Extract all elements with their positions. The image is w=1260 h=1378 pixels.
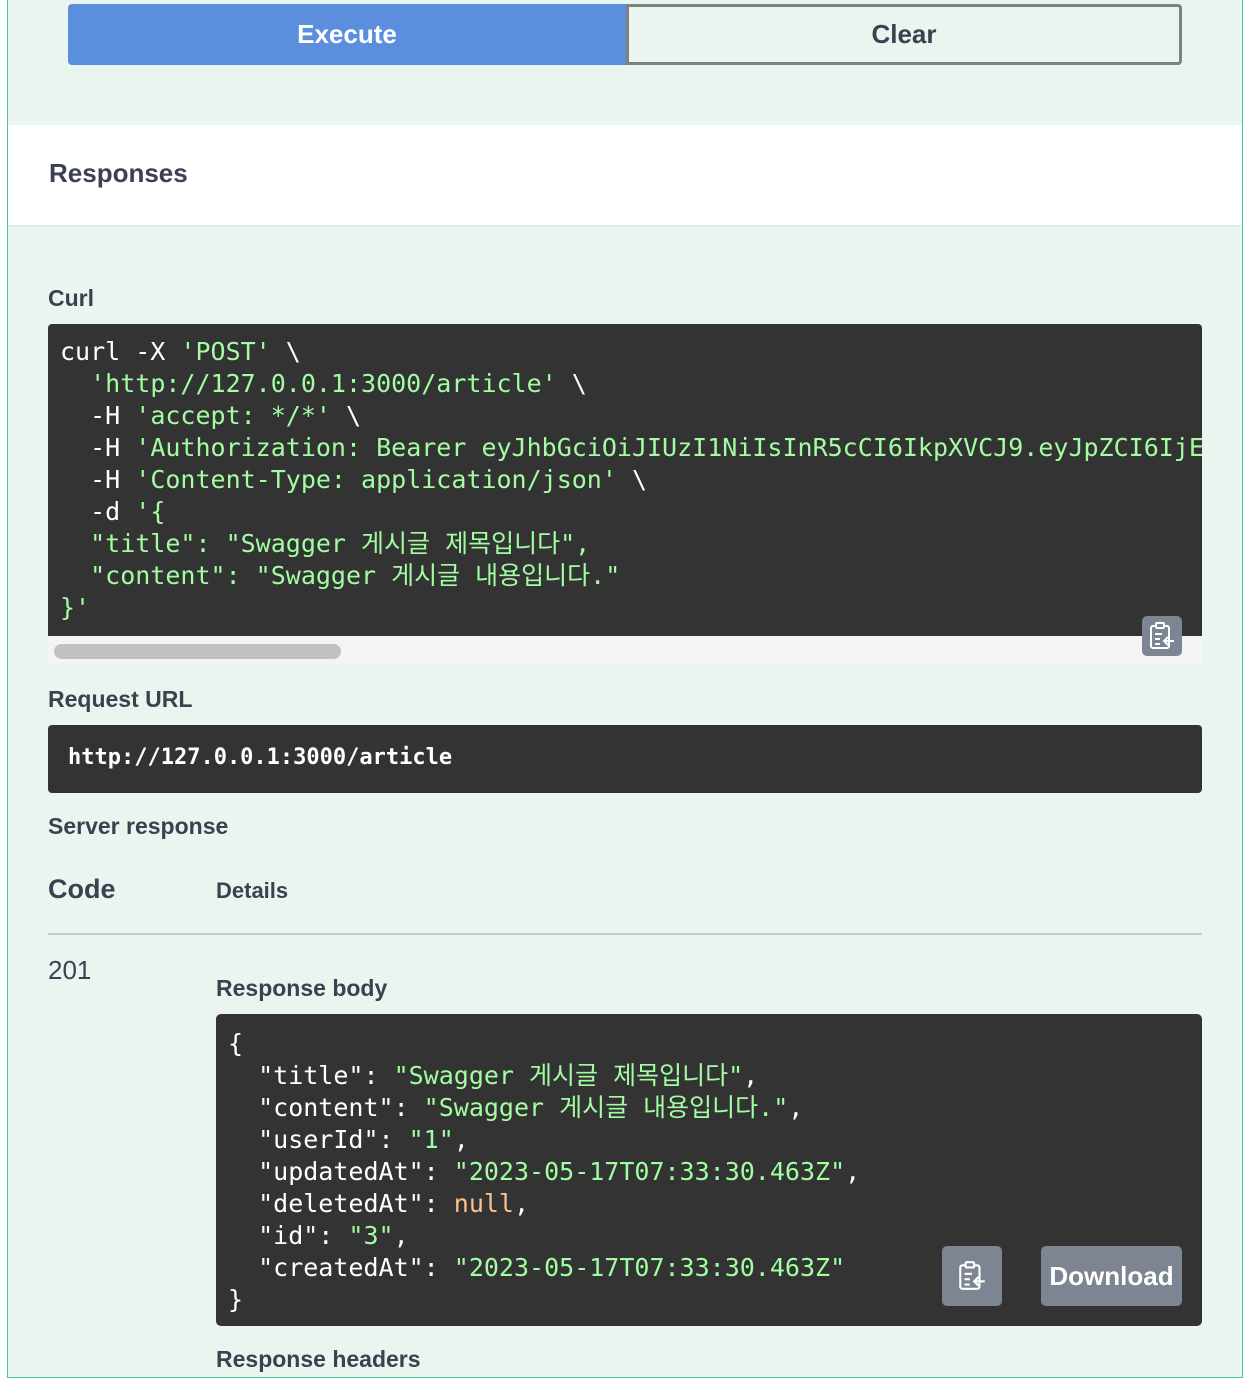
curl-token: -d	[60, 497, 136, 526]
body-token: ,	[453, 1125, 469, 1154]
curl-horizontal-scrollbar[interactable]	[48, 636, 1202, 664]
body-token: ,	[514, 1189, 530, 1218]
body-token: null	[453, 1189, 514, 1218]
curl-token: 'POST'	[180, 337, 271, 366]
body-token: "content":	[228, 1093, 424, 1122]
clipboard-copy-icon	[1150, 622, 1174, 649]
body-token: "1"	[408, 1125, 454, 1154]
response-body-label: Response body	[216, 975, 388, 1001]
curl-token: '{	[135, 497, 166, 526]
body-token: "Swagger 게시글 내용입니다."	[423, 1093, 789, 1122]
curl-token: 'accept: */*'	[135, 401, 331, 430]
body-token: "createdAt":	[228, 1253, 454, 1282]
request-url-value: http://127.0.0.1:3000/article	[68, 745, 453, 770]
curl-token: \	[330, 401, 362, 430]
curl-token	[60, 369, 90, 398]
body-token: "updatedAt":	[228, 1157, 454, 1186]
clipboard-copy-icon	[959, 1261, 985, 1290]
execute-button[interactable]: Execute	[68, 4, 626, 65]
curl-label: Curl	[48, 285, 94, 311]
body-token: "id":	[228, 1221, 349, 1250]
curl-token: \	[616, 465, 648, 494]
curl-token: curl -X	[60, 337, 181, 366]
curl-token: -H	[60, 433, 136, 462]
response-copy-button[interactable]	[942, 1246, 1002, 1306]
body-token: "Swagger 게시글 제목입니다"	[393, 1061, 744, 1090]
curl-token: 'Authorization: Bearer eyJhbGciOiJIUzI1N…	[135, 433, 1202, 462]
curl-token: }'	[60, 593, 91, 622]
body-token: ,	[393, 1221, 409, 1250]
body-token: ,	[845, 1157, 861, 1186]
curl-token: \	[556, 369, 587, 398]
responses-title: Responses	[49, 158, 188, 188]
body-token: }	[228, 1285, 244, 1314]
download-button[interactable]: Download	[1041, 1246, 1182, 1306]
curl-token: -H	[60, 465, 136, 494]
scrollbar-thumb[interactable]	[54, 644, 341, 659]
curl-command-block: curl -X 'POST' \ 'http://127.0.0.1:3000/…	[48, 324, 1202, 636]
request-url-block: http://127.0.0.1:3000/article	[48, 725, 1202, 793]
response-status-code: 201	[48, 955, 92, 985]
curl-token: \	[270, 337, 301, 366]
table-header-divider	[48, 933, 1202, 935]
response-headers-label: Response headers	[216, 1346, 421, 1372]
curl-token: "content": "Swagger 게시글 내용입니다."	[60, 561, 621, 590]
code-column-header: Code	[48, 874, 116, 904]
body-token: "userId":	[228, 1125, 409, 1154]
curl-token: -H	[60, 401, 136, 430]
curl-copy-button[interactable]	[1142, 616, 1182, 656]
server-response-label: Server response	[48, 813, 229, 839]
curl-command-text: curl -X 'POST' \ 'http://127.0.0.1:3000/…	[48, 324, 1202, 624]
body-token: "title":	[228, 1061, 394, 1090]
body-token: "3"	[348, 1221, 394, 1250]
details-column-header: Details	[216, 878, 289, 903]
body-token: "2023-05-17T07:33:30.463Z"	[453, 1253, 846, 1282]
execute-wrapper: Execute Clear	[68, 4, 1182, 65]
body-token: ,	[788, 1093, 804, 1122]
clear-button[interactable]: Clear	[626, 4, 1182, 65]
request-url-label: Request URL	[48, 686, 193, 712]
curl-token: 'Content-Type: application/json'	[135, 465, 617, 494]
curl-token: 'http://127.0.0.1:3000/article'	[90, 369, 557, 398]
responses-header: Responses	[8, 125, 1242, 225]
body-token: ,	[743, 1061, 759, 1090]
body-token: "2023-05-17T07:33:30.463Z"	[453, 1157, 846, 1186]
body-token: "deletedAt":	[228, 1189, 454, 1218]
curl-token: "title": "Swagger 게시글 제목입니다",	[60, 529, 591, 558]
body-token: {	[228, 1029, 244, 1058]
